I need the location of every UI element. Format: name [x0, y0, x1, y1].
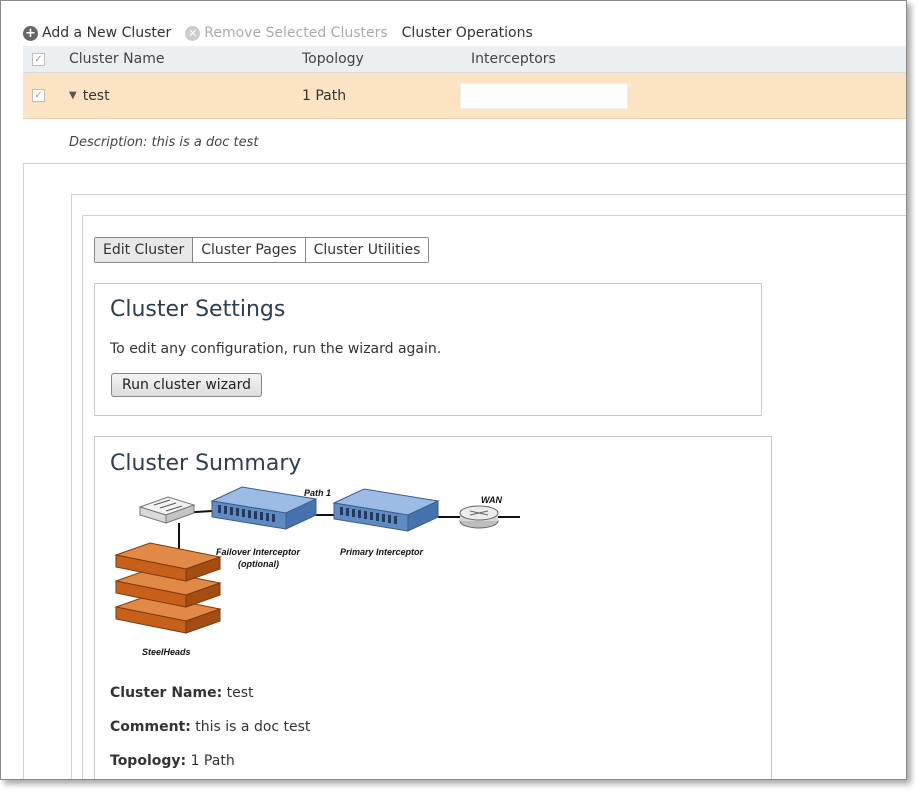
row-interceptors — [460, 73, 628, 118]
caret-down-icon[interactable]: ▼ — [69, 90, 77, 101]
table-row[interactable]: ✓ ▼ test 1 Path — [23, 73, 906, 119]
summary-comment: Comment: this is a doc test — [110, 719, 310, 735]
summary-cluster-name: Cluster Name: test — [110, 685, 254, 701]
summary-cluster-name-label: Cluster Name: — [110, 685, 223, 701]
row-topology: 1 Path — [302, 87, 347, 104]
cluster-summary-section: Cluster Summary Path 1 WAN Failover Inte… — [94, 436, 772, 779]
cluster-operations-label: Cluster Operations — [401, 25, 533, 41]
interceptors-value — [460, 82, 628, 109]
add-cluster-label: Add a New Cluster — [42, 25, 172, 41]
toolbar: + Add a New Cluster ✕ Remove Selected Cl… — [23, 21, 547, 45]
summary-topology: Topology: 1 Path — [110, 753, 235, 769]
checkbox-icon: ✓ — [32, 89, 45, 102]
wan-label: WAN — [481, 495, 502, 505]
remove-clusters-button[interactable]: ✕ Remove Selected Clusters — [185, 25, 388, 41]
steelheads-icon — [114, 542, 222, 634]
cluster-window: + Add a New Cluster ✕ Remove Selected Cl… — [0, 0, 907, 780]
failover-interceptor-label: Failover Interceptor — [216, 547, 301, 557]
summary-cluster-name-value: test — [226, 685, 254, 701]
topology-diagram: Path 1 WAN Failover Interceptor (optiona… — [114, 486, 520, 657]
cluster-settings-text: To edit any configuration, run the wizar… — [110, 341, 442, 357]
summary-topology-label: Topology: — [110, 753, 187, 769]
run-cluster-wizard-button[interactable]: Run cluster wizard — [111, 373, 263, 397]
tab-cluster-utilities[interactable]: Cluster Utilities — [305, 238, 429, 262]
column-cluster-name[interactable]: Cluster Name — [69, 46, 164, 72]
summary-comment-value: this is a doc test — [195, 719, 311, 735]
add-cluster-button[interactable]: + Add a New Cluster — [23, 25, 171, 41]
failover-interceptor-icon — [210, 486, 318, 530]
cluster-tabs: Edit Cluster Cluster Pages Cluster Utili… — [94, 237, 430, 263]
summary-topology-value: 1 Path — [190, 753, 235, 769]
row-cluster-name: ▼ test — [69, 73, 110, 118]
checkbox-icon: ✓ — [32, 52, 45, 66]
column-interceptors[interactable]: Interceptors — [471, 46, 556, 72]
select-all-checkbox[interactable]: ✓ — [32, 46, 45, 72]
remove-clusters-label: Remove Selected Clusters — [204, 25, 388, 41]
grid-header: ✓ Cluster Name Topology Interceptors — [23, 46, 906, 73]
cluster-name-text: test — [82, 87, 110, 104]
cluster-settings-section: Cluster Settings To edit any configurati… — [94, 283, 762, 416]
column-topology[interactable]: Topology — [302, 46, 364, 72]
switch-icon — [138, 496, 196, 524]
path-label: Path 1 — [304, 488, 331, 498]
summary-comment-label: Comment: — [110, 719, 191, 735]
plus-circle-icon: + — [23, 25, 38, 41]
x-circle-icon: ✕ — [185, 25, 201, 41]
tab-cluster-pages[interactable]: Cluster Pages — [193, 238, 306, 262]
cluster-operations-menu[interactable]: Cluster Operations — [402, 25, 533, 41]
failover-optional-label: (optional) — [238, 559, 279, 569]
cluster-summary-title: Cluster Summary — [110, 451, 302, 476]
tab-edit-cluster[interactable]: Edit Cluster — [95, 238, 194, 262]
primary-interceptor-label: Primary Interceptor — [340, 547, 424, 557]
row-checkbox[interactable]: ✓ — [32, 73, 45, 118]
router-icon — [459, 505, 499, 529]
cluster-settings-title: Cluster Settings — [110, 297, 286, 322]
steelheads-label: SteelHeads — [142, 647, 191, 657]
primary-interceptor-icon — [332, 488, 440, 532]
cluster-description: Description: this is a doc test — [69, 135, 259, 150]
